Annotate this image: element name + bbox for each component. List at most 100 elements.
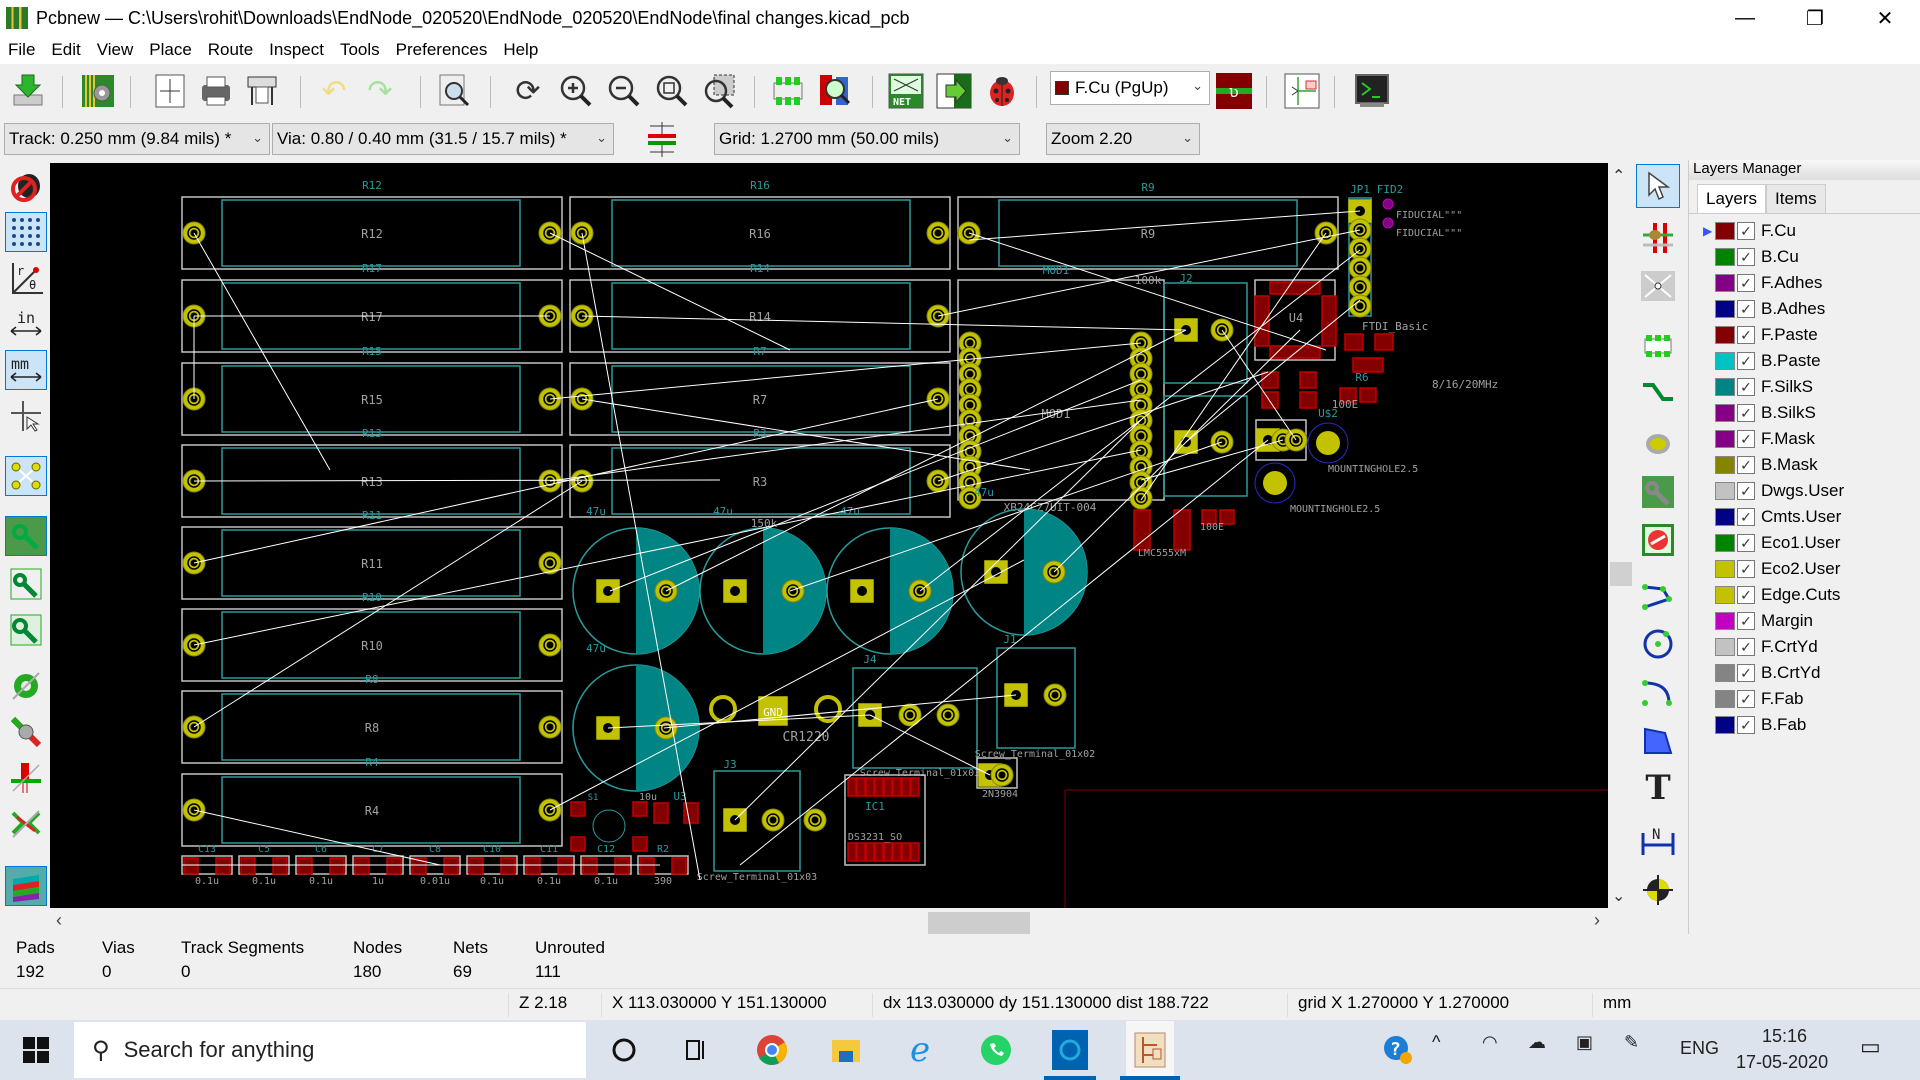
- layer-visibility-checkbox[interactable]: ✓: [1737, 508, 1755, 526]
- tab-items[interactable]: Items: [1766, 184, 1826, 213]
- zone-fill-icon[interactable]: [5, 610, 47, 650]
- layer-color-swatch[interactable]: [1715, 482, 1735, 500]
- route-track-icon[interactable]: [1636, 372, 1680, 416]
- notifications-icon[interactable]: ▭: [1860, 1034, 1881, 1060]
- layer-visibility-checkbox[interactable]: ✓: [1737, 352, 1755, 370]
- footprint-editor-icon[interactable]: [768, 71, 808, 111]
- layer-color-swatch[interactable]: [1715, 430, 1735, 448]
- layer-color-swatch[interactable]: [1715, 560, 1735, 578]
- track-width-select[interactable]: Track: 0.250 mm (9.84 mils) * ⌄: [4, 123, 270, 155]
- keepout-icon[interactable]: [1636, 518, 1680, 562]
- zoom-out-icon[interactable]: [604, 71, 644, 111]
- layer-row-f-silks[interactable]: ✓ F.SilkS: [1689, 374, 1920, 400]
- layer-row-f-crtyd[interactable]: ✓ F.CrtYd: [1689, 634, 1920, 660]
- place-origin-icon[interactable]: [1636, 868, 1680, 912]
- layer-visibility-checkbox[interactable]: ✓: [1737, 612, 1755, 630]
- zone-outline-icon[interactable]: [5, 564, 47, 604]
- help-tray-icon[interactable]: ?: [1378, 1030, 1418, 1070]
- add-footprint-icon[interactable]: [1636, 324, 1680, 368]
- footprint-viewer-icon[interactable]: [816, 71, 856, 111]
- via-size-select[interactable]: Via: 0.80 / 0.40 mm (31.5 / 15.7 mils) *…: [272, 123, 614, 155]
- board-setup-icon[interactable]: [78, 71, 118, 111]
- ratsnest-icon[interactable]: [5, 456, 47, 496]
- layer-visibility-checkbox[interactable]: ✓: [1737, 274, 1755, 292]
- high-contrast-icon[interactable]: [5, 804, 47, 844]
- layer-row-f-fab[interactable]: ✓ F.Fab: [1689, 686, 1920, 712]
- scroll-up-icon[interactable]: ⌃: [1612, 166, 1625, 186]
- undo-icon[interactable]: ↶: [314, 71, 354, 111]
- drc-off-icon[interactable]: [5, 166, 47, 206]
- layer-color-swatch[interactable]: [1715, 716, 1735, 734]
- layer-visibility-checkbox[interactable]: ✓: [1737, 638, 1755, 656]
- add-polygon-icon[interactable]: [1636, 718, 1680, 762]
- file-explorer-icon[interactable]: [826, 1030, 866, 1070]
- start-button[interactable]: [16, 1030, 56, 1070]
- layer-visibility-checkbox[interactable]: ✓: [1737, 378, 1755, 396]
- menu-help[interactable]: Help: [495, 40, 546, 60]
- polar-coords-icon[interactable]: rθ: [5, 258, 47, 298]
- layer-color-swatch[interactable]: [1715, 274, 1735, 292]
- layer-visibility-checkbox[interactable]: ✓: [1737, 586, 1755, 604]
- find-icon[interactable]: [434, 71, 474, 111]
- save-board-icon[interactable]: [8, 71, 48, 111]
- auto-track-width-icon[interactable]: [642, 119, 682, 159]
- netlist-icon[interactable]: NET: [886, 71, 926, 111]
- show-hidden-icons[interactable]: ^: [1432, 1032, 1440, 1053]
- menu-edit[interactable]: Edit: [43, 40, 88, 60]
- add-dimension-icon[interactable]: N: [1636, 820, 1680, 864]
- layer-visibility-checkbox[interactable]: ✓: [1737, 222, 1755, 240]
- menu-file[interactable]: File: [0, 40, 43, 60]
- add-text-icon[interactable]: T: [1636, 766, 1680, 810]
- layer-visibility-checkbox[interactable]: ✓: [1737, 404, 1755, 422]
- layer-row-eco2-user[interactable]: ✓ Eco2.User: [1689, 556, 1920, 582]
- scrollbar-thumb[interactable]: [928, 912, 1030, 934]
- scroll-left-icon[interactable]: ‹: [56, 910, 62, 931]
- cortana-icon[interactable]: [604, 1030, 644, 1070]
- menu-preferences[interactable]: Preferences: [388, 40, 496, 60]
- layer-color-swatch[interactable]: [1715, 352, 1735, 370]
- scroll-down-icon[interactable]: ⌄: [1612, 886, 1625, 906]
- layer-row-edge-cuts[interactable]: ✓ Edge.Cuts: [1689, 582, 1920, 608]
- highlight-net-icon[interactable]: [1636, 216, 1680, 260]
- layers-manager-icon[interactable]: [5, 866, 47, 906]
- layer-row-b-fab[interactable]: ✓ B.Fab: [1689, 712, 1920, 738]
- grid-icon[interactable]: [5, 212, 47, 252]
- grid-select[interactable]: Grid: 1.2700 mm (50.00 mils) ⌄: [714, 123, 1020, 155]
- pcb-drawing[interactable]: R12 R12 R17 R17 R15 R15 R13 R13 R11 R11 R10 R10 R8 R8…: [50, 163, 1608, 908]
- layer-color-swatch[interactable]: [1715, 404, 1735, 422]
- internet-explorer-icon[interactable]: e: [900, 1030, 940, 1070]
- redo-icon[interactable]: ↷: [360, 71, 400, 111]
- layer-visibility-checkbox[interactable]: ✓: [1737, 664, 1755, 682]
- menu-inspect[interactable]: Inspect: [261, 40, 332, 60]
- layer-visibility-checkbox[interactable]: ✓: [1737, 482, 1755, 500]
- zoom-select[interactable]: Zoom 2.20 ⌄: [1046, 123, 1200, 155]
- canvas-horizontal-scrollbar[interactable]: ‹ ›: [50, 910, 1608, 934]
- print-icon[interactable]: [196, 71, 236, 111]
- clock-date[interactable]: 17-05-2020: [1736, 1052, 1828, 1073]
- layer-row-b-mask[interactable]: ✓ B.Mask: [1689, 452, 1920, 478]
- battery-icon[interactable]: ▣: [1576, 1032, 1593, 1053]
- layer-row-cmts-user[interactable]: ✓ Cmts.User: [1689, 504, 1920, 530]
- wifi-icon[interactable]: ◠: [1482, 1032, 1498, 1053]
- layer-row-f-paste[interactable]: ✓ F.Paste: [1689, 322, 1920, 348]
- page-settings-icon[interactable]: [150, 71, 190, 111]
- toolbar-scrollbar[interactable]: [1610, 562, 1632, 586]
- layer-pair-icon[interactable]: ʋ: [1214, 71, 1254, 111]
- layer-visibility-checkbox[interactable]: ✓: [1737, 456, 1755, 474]
- layer-color-swatch[interactable]: [1715, 378, 1735, 396]
- layer-row-b-cu[interactable]: ✓ B.Cu: [1689, 244, 1920, 270]
- layer-color-swatch[interactable]: [1715, 586, 1735, 604]
- task-view-icon[interactable]: [676, 1030, 716, 1070]
- whatsapp-icon[interactable]: [976, 1030, 1016, 1070]
- layer-color-swatch[interactable]: [1715, 638, 1735, 656]
- zoom-fit-icon[interactable]: [652, 71, 692, 111]
- layer-color-swatch[interactable]: [1715, 534, 1735, 552]
- mm-units-icon[interactable]: mm: [5, 350, 47, 390]
- layer-row-b-adhes[interactable]: ✓ B.Adhes: [1689, 296, 1920, 322]
- zoom-in-icon[interactable]: [556, 71, 596, 111]
- update-pcb-icon[interactable]: [934, 71, 974, 111]
- add-arc-icon[interactable]: [1636, 670, 1680, 714]
- via-sketch-icon[interactable]: [5, 712, 47, 752]
- layer-color-swatch[interactable]: [1715, 456, 1735, 474]
- scroll-right-icon[interactable]: ›: [1594, 910, 1600, 931]
